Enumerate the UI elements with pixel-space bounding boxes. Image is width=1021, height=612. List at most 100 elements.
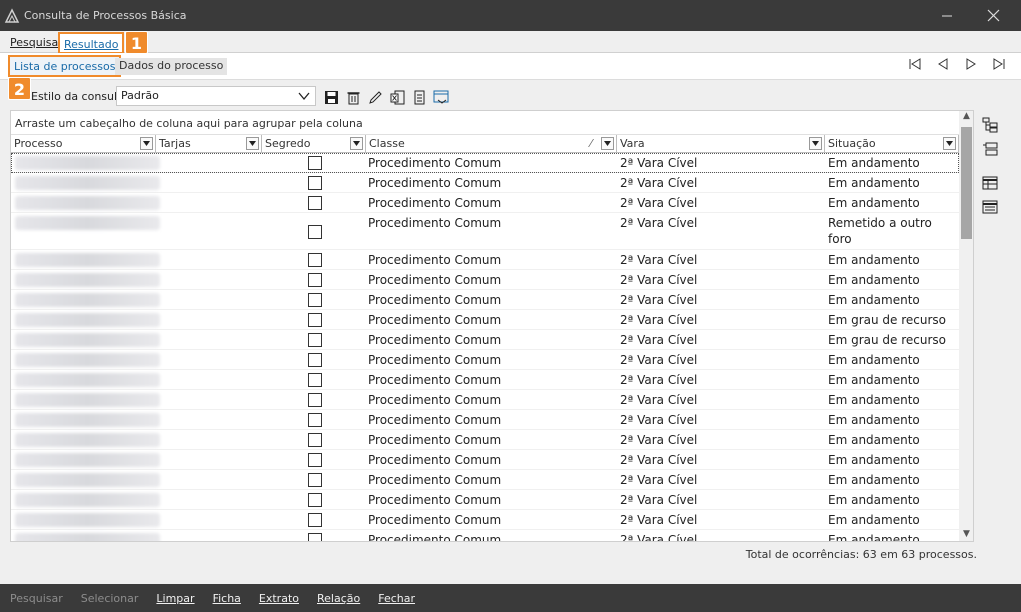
fechar-button[interactable]: Fechar — [378, 592, 415, 605]
segredo-checkbox[interactable] — [308, 373, 322, 387]
process-grid: Arraste um cabeçalho de coluna aqui para… — [10, 110, 974, 542]
limpar-button[interactable]: Limpar — [156, 592, 194, 605]
table-row[interactable]: Procedimento Comum 2ª Vara Cível Em andame… — [11, 270, 959, 290]
scroll-down-icon[interactable]: ▼ — [959, 529, 973, 541]
table-row[interactable]: Procedimento Comum 2ª Vara Cível Em grau d… — [11, 330, 959, 350]
table-row[interactable]: Procedimento Comum 2ª Vara Cível Remetido … — [11, 213, 959, 250]
segredo-checkbox[interactable] — [308, 176, 322, 190]
first-icon — [909, 58, 921, 70]
segredo-checkbox[interactable] — [308, 473, 322, 487]
edit-style-button[interactable] — [366, 88, 384, 106]
segredo-checkbox[interactable] — [308, 156, 322, 170]
pesquisar-button[interactable]: Pesquisar — [10, 592, 63, 605]
tab-dados-processo[interactable]: Dados do processo — [115, 58, 228, 75]
table-row[interactable]: Procedimento Comum 2ª Vara Cível Em grau d… — [11, 310, 959, 330]
window-title: Consulta de Processos Básica — [24, 9, 187, 22]
row-details-button[interactable] — [982, 198, 998, 216]
delete-style-button[interactable] — [344, 88, 362, 106]
segredo-checkbox[interactable] — [308, 413, 322, 427]
cell-situacao: Em andamento — [828, 253, 920, 267]
cell-situacao: Em andamento — [828, 373, 920, 387]
segredo-checkbox[interactable] — [308, 253, 322, 267]
filter-dropdown-icon[interactable] — [809, 137, 822, 150]
segredo-checkbox[interactable] — [308, 533, 322, 541]
filter-dropdown-icon[interactable] — [246, 137, 259, 150]
segredo-checkbox[interactable] — [308, 293, 322, 307]
scroll-thumb[interactable] — [961, 127, 972, 239]
column-header-processo[interactable]: Processo — [11, 135, 156, 153]
segredo-checkbox[interactable] — [308, 493, 322, 507]
save-style-button[interactable] — [322, 88, 340, 106]
table-row[interactable]: Procedimento Comum 2ª Vara Cível Em andame… — [11, 410, 959, 430]
segredo-checkbox[interactable] — [308, 453, 322, 467]
segredo-checkbox[interactable] — [308, 433, 322, 447]
group-by-hint[interactable]: Arraste um cabeçalho de coluna aqui para… — [11, 111, 959, 135]
table-row[interactable]: Procedimento Comum 2ª Vara Cível Em andame… — [11, 173, 959, 193]
cell-classe: Procedimento Comum — [368, 393, 502, 407]
export-document-button[interactable] — [410, 88, 428, 106]
table-row[interactable]: Procedimento Comum 2ª Vara Cível Em andame… — [11, 153, 959, 173]
estilo-value: Padrão — [121, 89, 159, 102]
segredo-checkbox[interactable] — [308, 393, 322, 407]
last-record-button[interactable] — [991, 56, 1007, 72]
cell-classe: Procedimento Comum — [368, 253, 502, 267]
tab-lista-processos[interactable]: Lista de processos — [8, 55, 122, 77]
column-header-situacao[interactable]: Situação — [825, 135, 959, 153]
table-row[interactable]: Procedimento Comum 2ª Vara Cível Em andame… — [11, 350, 959, 370]
table-row[interactable]: Procedimento Comum 2ª Vara Cível Em andame… — [11, 530, 959, 541]
column-label: Classe — [369, 137, 405, 150]
column-header-segredo[interactable]: Segredo — [262, 135, 366, 153]
filter-dropdown-icon[interactable] — [601, 137, 614, 150]
table-row[interactable]: Procedimento Comum 2ª Vara Cível Em andame… — [11, 250, 959, 270]
expand-groups-button[interactable] — [982, 116, 998, 134]
segredo-checkbox[interactable] — [308, 513, 322, 527]
process-number-redacted — [15, 493, 160, 507]
table-row[interactable]: Procedimento Comum 2ª Vara Cível Em andame… — [11, 510, 959, 530]
next-record-button[interactable] — [963, 56, 979, 72]
close-icon — [987, 9, 999, 22]
estilo-label: Estilo da consulta — [31, 89, 129, 103]
table-row[interactable]: Procedimento Comum 2ª Vara Cível Em andame… — [11, 193, 959, 213]
relacao-button[interactable]: Relação — [317, 592, 360, 605]
collapse-groups-button[interactable] — [982, 140, 998, 158]
extrato-button[interactable]: Extrato — [259, 592, 299, 605]
estilo-select[interactable]: Padrão — [116, 86, 316, 106]
previous-record-button[interactable] — [935, 56, 951, 72]
table-row[interactable]: Procedimento Comum 2ª Vara Cível Em andame… — [11, 470, 959, 490]
table-row[interactable]: Procedimento Comum 2ª Vara Cível Em andame… — [11, 450, 959, 470]
table-row[interactable]: Procedimento Comum 2ª Vara Cível Em andame… — [11, 430, 959, 450]
column-header-vara[interactable]: Vara — [617, 135, 825, 153]
first-record-button[interactable] — [907, 56, 923, 72]
style-toolbar — [322, 88, 450, 106]
tab-resultado[interactable]: Resultado — [58, 32, 125, 54]
segredo-checkbox[interactable] — [308, 273, 322, 287]
filter-dropdown-icon[interactable] — [943, 137, 956, 150]
process-number-redacted — [15, 253, 160, 267]
configure-columns-button[interactable] — [432, 88, 450, 106]
segredo-checkbox[interactable] — [308, 353, 322, 367]
segredo-checkbox[interactable] — [308, 196, 322, 210]
selecionar-button[interactable]: Selecionar — [81, 592, 139, 605]
table-row[interactable]: Procedimento Comum 2ª Vara Cível Em andame… — [11, 290, 959, 310]
filter-dropdown-icon[interactable] — [350, 137, 363, 150]
cell-vara: 2ª Vara Cível — [620, 393, 698, 407]
scroll-up-icon[interactable]: ▲ — [959, 111, 973, 125]
table-row[interactable]: Procedimento Comum 2ª Vara Cível Em andame… — [11, 390, 959, 410]
minimize-button[interactable] — [927, 0, 967, 31]
column-header-classe[interactable]: Classe ⁄ — [366, 135, 617, 153]
export-excel-button[interactable] — [388, 88, 406, 106]
cell-classe: Procedimento Comum — [368, 313, 502, 327]
table-row[interactable]: Procedimento Comum 2ª Vara Cível Em andame… — [11, 490, 959, 510]
filter-dropdown-icon[interactable] — [140, 137, 153, 150]
column-chooser-button[interactable] — [982, 174, 998, 192]
tab-pesquisa[interactable]: Pesquisa — [6, 35, 62, 52]
segredo-checkbox[interactable] — [308, 333, 322, 347]
vertical-scrollbar[interactable]: ▲ ▼ — [959, 111, 973, 541]
table-row[interactable]: Procedimento Comum 2ª Vara Cível Em andame… — [11, 370, 959, 390]
close-button[interactable] — [973, 0, 1013, 31]
segredo-checkbox[interactable] — [308, 313, 322, 327]
segredo-checkbox[interactable] — [308, 225, 322, 239]
tab-dados-label: Dados do processo — [119, 59, 224, 72]
column-header-tarjas[interactable]: Tarjas — [156, 135, 262, 153]
ficha-button[interactable]: Ficha — [213, 592, 241, 605]
